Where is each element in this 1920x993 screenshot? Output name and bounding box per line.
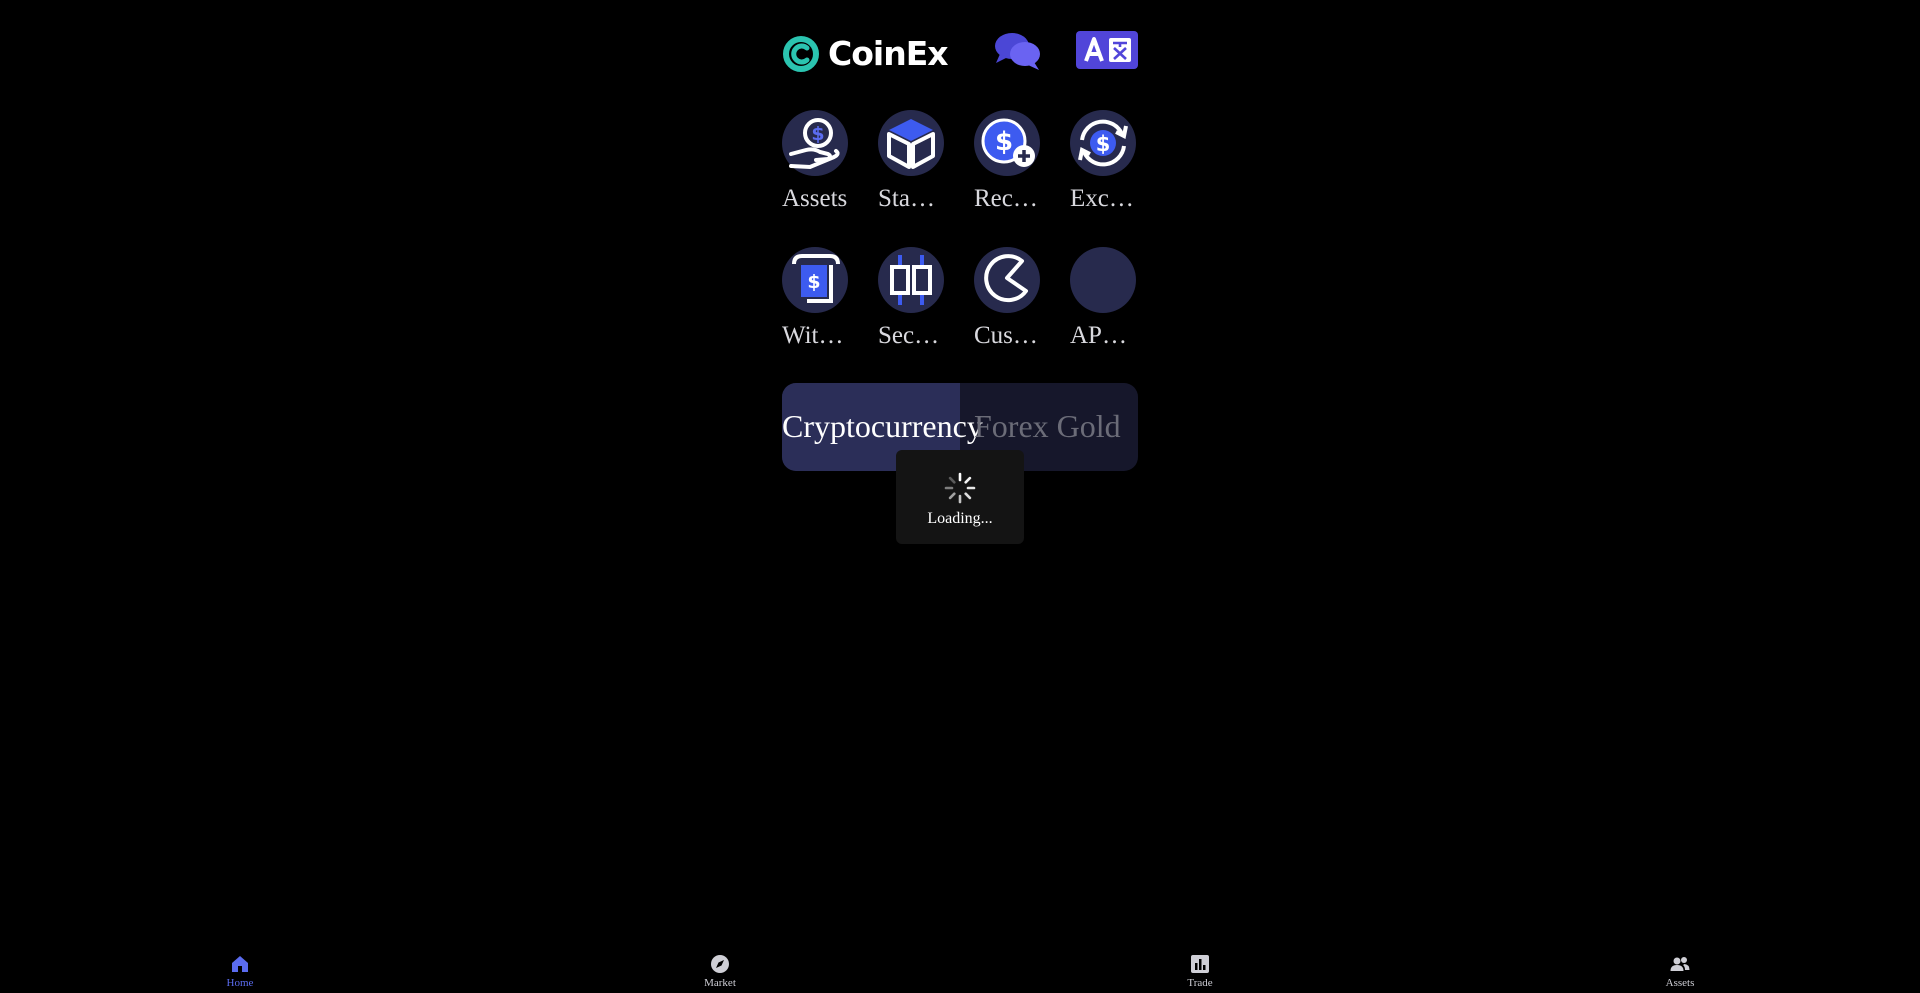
- nav-assets[interactable]: Assets: [1620, 954, 1740, 990]
- withdraw-icon: $: [782, 247, 848, 313]
- shortcut-label: Assets: [782, 185, 848, 212]
- language-button[interactable]: [1076, 31, 1138, 69]
- svg-text:$: $: [807, 271, 820, 293]
- shortcut-label: Wit…: [782, 322, 844, 349]
- shortcut-label: Sta…: [878, 185, 935, 212]
- dollar-plus-icon: $: [974, 110, 1040, 176]
- bar-chart-icon: [1191, 955, 1209, 973]
- nav-assets-label: Assets: [1665, 977, 1695, 989]
- people-icon: [1670, 957, 1690, 971]
- nav-market-label: Market: [704, 977, 736, 989]
- brand-name: CoinEx: [828, 34, 949, 73]
- nav-home-label: Home: [226, 977, 254, 989]
- nav-trade[interactable]: Trade: [1140, 954, 1260, 990]
- candlestick-icon: [878, 247, 944, 313]
- app-icon: [1070, 247, 1136, 313]
- shortcut-customer-service[interactable]: Cus…: [974, 247, 1046, 351]
- svg-text:$: $: [811, 123, 824, 145]
- svg-text:$: $: [1096, 132, 1111, 156]
- home-icon: [232, 956, 248, 972]
- bottom-nav: Home Market Trade Assets: [0, 948, 1920, 993]
- nav-trade-label: Trade: [1187, 977, 1213, 989]
- shortcut-label: AP…: [1070, 322, 1127, 349]
- shortcut-label: Rec…: [974, 185, 1038, 212]
- loading-text: Loading...: [927, 510, 993, 527]
- shortcut-assets[interactable]: $ Assets: [782, 110, 854, 214]
- chat-bubbles-icon: [995, 33, 1040, 70]
- shortcut-label: Sec…: [878, 322, 940, 349]
- app-container: CoinEx $ Assets Sta… $ Rec… $ Exc… $ Wit…: [782, 0, 1138, 471]
- hand-dollar-icon: $: [782, 110, 848, 176]
- tab-forex-gold[interactable]: Forex Gold: [974, 407, 1121, 445]
- coinex-logo: CoinEx: [782, 34, 949, 74]
- shortcut-withdraw[interactable]: $ Wit…: [782, 247, 854, 351]
- shortcut-exchange[interactable]: $ Exc…: [1070, 110, 1142, 214]
- coinex-logo-icon: [783, 36, 819, 72]
- tab-cryptocurrency-label[interactable]: Cryptocurrency: [782, 407, 983, 445]
- chat-button[interactable]: [992, 30, 1042, 72]
- shortcut-recharge[interactable]: $ Rec…: [974, 110, 1046, 214]
- shortcut-label: Exc…: [1070, 185, 1134, 212]
- shortcut-securities[interactable]: Sec…: [878, 247, 950, 351]
- loading-toast: Loading...: [896, 450, 1024, 544]
- translate-icon: [1076, 31, 1138, 69]
- shortcut-label: Cus…: [974, 322, 1038, 349]
- cube-icon: [878, 110, 944, 176]
- shortcut-staking[interactable]: Sta…: [878, 110, 950, 214]
- nav-market[interactable]: Market: [660, 954, 780, 990]
- exchange-dollar-icon: $: [1070, 110, 1136, 176]
- compass-icon: [711, 955, 729, 973]
- spinner-icon: [944, 472, 976, 504]
- shortcut-app[interactable]: AP…: [1070, 247, 1142, 351]
- svg-text:$: $: [995, 127, 1013, 157]
- nav-home[interactable]: Home: [180, 954, 300, 990]
- header: CoinEx: [782, 0, 1138, 106]
- pie-icon: [974, 247, 1040, 313]
